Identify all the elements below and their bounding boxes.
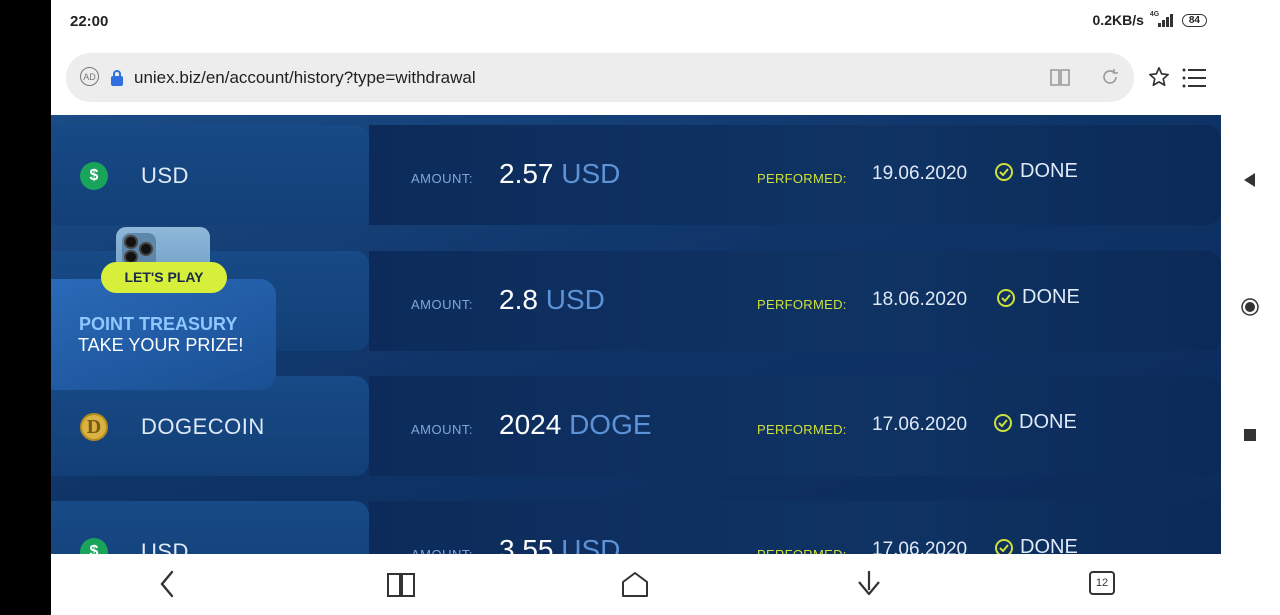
performed-date: 18.06.2020 <box>872 289 968 310</box>
promo-subtitle: TAKE YOUR PRIZE! <box>78 335 244 355</box>
menu-list-icon[interactable] <box>1182 67 1206 89</box>
browser-bottom-nav: 12 <box>51 554 1221 615</box>
home-icon[interactable] <box>619 568 651 600</box>
currency-cell: $ USD <box>51 501 369 554</box>
promo-banner[interactable]: POINT TREASURY TAKE YOUR PRIZE! <box>51 279 276 390</box>
performed-date: 19.06.2020 <box>872 163 968 184</box>
currency-name: USD <box>141 539 189 554</box>
check-circle-icon <box>994 413 1012 432</box>
dollar-coin-icon: $ <box>80 538 108 554</box>
performed-label: PERFORMED: <box>757 547 847 554</box>
status-text: DONE <box>1020 536 1078 554</box>
recents-square-icon[interactable] <box>1241 426 1259 444</box>
reader-mode-icon[interactable] <box>1049 67 1071 87</box>
performed-label: PERFORMED: <box>757 422 847 437</box>
url-text[interactable]: uniex.biz/en/account/history?type=withdr… <box>134 68 476 88</box>
check-circle-icon <box>995 538 1013 554</box>
bookmark-star-icon[interactable] <box>1148 66 1170 88</box>
performed-label: PERFORMED: <box>757 297 847 312</box>
currency-name: DOGECOIN <box>141 414 265 439</box>
signal-icon: 4G <box>1149 11 1176 27</box>
amount-value: 2.8 USD <box>499 284 605 315</box>
amount-value: 2.57 USD <box>499 158 621 189</box>
status-text: DONE <box>1019 411 1077 433</box>
status-done: DONE <box>996 286 1080 309</box>
reload-icon[interactable] <box>1100 67 1120 87</box>
history-row: $ USD AMOUNT: 3.55 USD PERFORMED: 17.06.… <box>51 501 1221 554</box>
history-row: D DOGECOIN AMOUNT: 2024 DOGE PERFORMED: … <box>51 376 1221 476</box>
status-text: DONE <box>1022 286 1080 308</box>
withdrawal-history: $ USD AMOUNT: 2.57 USD PERFORMED: 19.06.… <box>51 115 1221 554</box>
status-done: DONE <box>994 536 1078 554</box>
address-bar[interactable]: AD uniex.biz/en/account/history?type=wit… <box>66 53 1134 102</box>
lock-icon <box>111 70 123 86</box>
amount-label: AMOUNT: <box>411 422 473 437</box>
currency-cell: D DOGECOIN <box>51 376 369 476</box>
performed-date: 17.06.2020 <box>872 539 968 554</box>
status-text: DONE <box>1020 160 1078 182</box>
lets-play-button[interactable]: LET'S PLAY <box>101 262 227 293</box>
back-triangle-icon[interactable] <box>1241 171 1259 189</box>
network-speed: 0.2KB/s <box>1092 12 1144 28</box>
battery-icon: 84 <box>1181 13 1207 27</box>
network-type: 4G <box>1149 11 1160 18</box>
check-circle-icon <box>997 288 1015 307</box>
clock: 22:00 <box>70 13 109 30</box>
status-done: DONE <box>994 160 1078 183</box>
performed-label: PERFORMED: <box>757 171 847 186</box>
download-icon[interactable] <box>853 568 885 600</box>
dollar-coin-icon: $ <box>80 162 108 190</box>
currency-name: USD <box>141 163 189 188</box>
dogecoin-icon: D <box>80 413 108 441</box>
back-icon[interactable] <box>152 568 184 600</box>
amount-label: AMOUNT: <box>411 547 473 554</box>
status-right: 0.2KB/s 4G 84 <box>1092 11 1207 28</box>
amount-label: AMOUNT: <box>411 171 473 186</box>
tabs-button[interactable]: 12 <box>1089 568 1121 600</box>
amount-value: 3.55 USD <box>499 534 621 554</box>
amount-value: 2024 DOGE <box>499 409 652 440</box>
history-row: $ USD AMOUNT: 2.57 USD PERFORMED: 19.06.… <box>51 125 1221 225</box>
currency-cell: $ USD <box>51 125 369 225</box>
performed-date: 17.06.2020 <box>872 414 968 435</box>
browser-window: 22:00 0.2KB/s 4G 84 AD uniex.biz/en/acco… <box>51 0 1221 615</box>
tab-count: 12 <box>1089 571 1115 595</box>
amount-label: AMOUNT: <box>411 297 473 312</box>
bookmarks-book-icon[interactable] <box>385 568 417 600</box>
check-circle-icon <box>995 162 1013 181</box>
status-done: DONE <box>993 411 1077 434</box>
status-bar: 22:00 0.2KB/s 4G 84 <box>51 0 1221 44</box>
home-circle-icon[interactable] <box>1241 298 1259 316</box>
promo-title: POINT TREASURY <box>79 314 238 334</box>
adblock-icon[interactable]: AD <box>80 67 99 86</box>
